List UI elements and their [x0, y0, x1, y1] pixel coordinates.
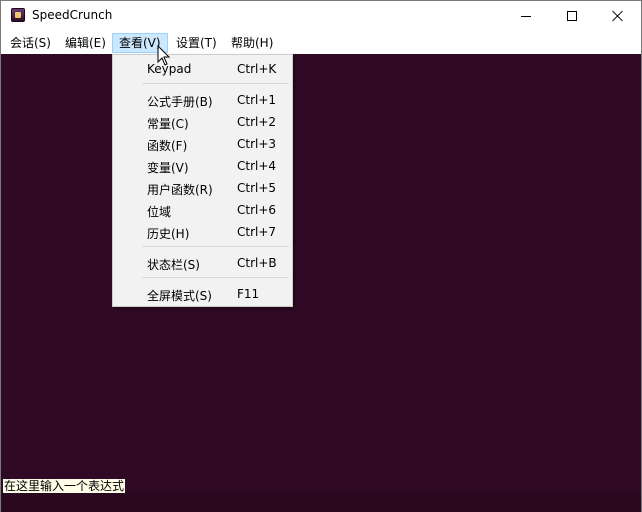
menu-item-label: 全屏模式(S): [147, 289, 212, 303]
menu-item-shortcut: Ctrl+B: [237, 256, 277, 270]
menu-item-shortcut: Ctrl+4: [237, 159, 277, 173]
menu-edit[interactable]: 编辑(E): [59, 33, 112, 53]
maximize-button[interactable]: [549, 1, 595, 31]
menu-item-constants[interactable]: 常量(C) Ctrl+2: [113, 111, 292, 133]
menu-bar: 会话(S) 编辑(E) 查看(V) 设置(T) 帮助(H): [1, 32, 641, 54]
menu-item-user-functions[interactable]: 用户函数(R) Ctrl+5: [113, 177, 292, 199]
menu-item-shortcut: Ctrl+7: [237, 225, 277, 239]
menu-item-fullscreen[interactable]: 全屏模式(S) F11: [113, 283, 292, 305]
speedcrunch-app-icon[interactable]: [11, 8, 25, 22]
menu-item-label: 函数(F): [147, 139, 188, 153]
menu-item-label: 状态栏(S): [147, 258, 200, 272]
expression-editor[interactable]: 在这里输入一个表达式: [1, 478, 641, 512]
menu-item-label: 用户函数(R): [147, 183, 213, 197]
menu-session[interactable]: 会话(S): [4, 33, 57, 53]
expression-input-strip[interactable]: [1, 493, 641, 512]
menu-item-status-bar[interactable]: 状态栏(S) Ctrl+B: [113, 252, 292, 274]
menu-settings[interactable]: 设置(T): [170, 33, 223, 53]
menu-item-variables[interactable]: 变量(V) Ctrl+4: [113, 155, 292, 177]
menu-item-bitfield[interactable]: 位域 Ctrl+6: [113, 199, 292, 221]
menu-item-label: 常量(C): [147, 117, 189, 131]
menu-item-label: 位域: [147, 205, 172, 219]
result-display[interactable]: [1, 54, 641, 478]
menu-item-shortcut: Ctrl+5: [237, 181, 277, 195]
minimize-button[interactable]: [503, 1, 549, 31]
menu-item-history[interactable]: 历史(H) Ctrl+7: [113, 221, 292, 243]
menu-separator: [142, 246, 289, 247]
menu-item-shortcut: Ctrl+K: [237, 62, 277, 76]
minimize-icon: [521, 15, 531, 17]
menu-separator: [142, 277, 289, 278]
close-icon: [612, 10, 624, 22]
menu-item-functions[interactable]: 函数(F) Ctrl+3: [113, 133, 292, 155]
menu-item-shortcut: Ctrl+2: [237, 115, 277, 129]
app-window: SpeedCrunch 会话(S) 编辑(E) 查看(V) 设置(T) 帮助(H…: [0, 0, 642, 512]
menu-item-keypad[interactable]: Keypad Ctrl+K: [113, 58, 292, 80]
close-button[interactable]: [595, 1, 641, 31]
menu-item-label: 历史(H): [147, 227, 190, 241]
menu-item-formula-book[interactable]: 公式手册(B) Ctrl+1: [113, 89, 292, 111]
window-title: SpeedCrunch: [32, 8, 113, 22]
menu-item-shortcut: F11: [237, 287, 260, 301]
menu-separator: [142, 83, 289, 84]
menu-item-label: 变量(V): [147, 161, 189, 175]
menu-help[interactable]: 帮助(H): [225, 33, 279, 53]
menu-item-shortcut: Ctrl+3: [237, 137, 277, 151]
menu-item-shortcut: Ctrl+1: [237, 93, 277, 107]
menu-item-label: 公式手册(B): [147, 95, 213, 109]
expression-input-placeholder[interactable]: 在这里输入一个表达式: [3, 479, 126, 493]
title-bar[interactable]: SpeedCrunch: [1, 1, 641, 31]
view-menu-dropdown: Keypad Ctrl+K 公式手册(B) Ctrl+1 常量(C) Ctrl+…: [112, 54, 293, 307]
maximize-icon: [567, 11, 577, 21]
mouse-pointer-icon: [157, 45, 171, 66]
menu-item-shortcut: Ctrl+6: [237, 203, 277, 217]
